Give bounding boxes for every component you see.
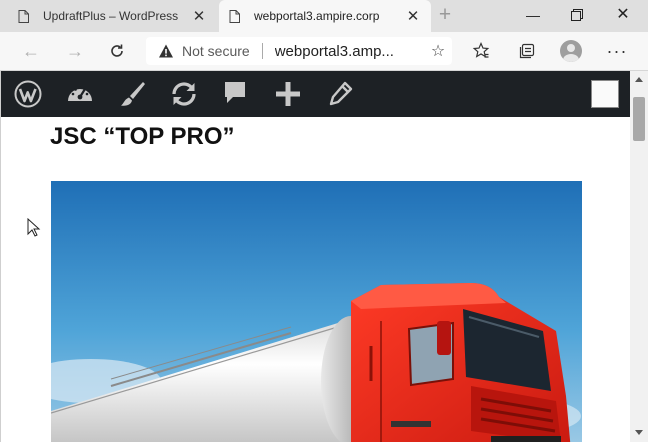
address-bar[interactable]: Not secure webportal3.amp... ☆ xyxy=(146,37,452,65)
divider xyxy=(261,43,263,59)
mouse-cursor-icon xyxy=(27,217,41,238)
avatar[interactable] xyxy=(560,40,582,62)
vertical-scrollbar[interactable] xyxy=(630,71,648,442)
admin-bar-account-box[interactable] xyxy=(591,80,619,108)
edit-pencil-icon[interactable] xyxy=(325,80,355,108)
url-text[interactable]: webportal3.amp... xyxy=(275,43,424,60)
wordpress-logo-icon[interactable] xyxy=(13,80,43,108)
minimize-icon[interactable]: — xyxy=(518,4,548,26)
close-icon[interactable]: ✕ xyxy=(189,7,209,25)
restore-icon[interactable] xyxy=(562,4,592,26)
scroll-up-arrow-icon[interactable] xyxy=(635,77,643,82)
page-icon xyxy=(229,9,240,23)
comments-icon[interactable] xyxy=(221,80,251,108)
dashboard-icon[interactable] xyxy=(65,80,95,108)
new-plus-icon[interactable] xyxy=(273,80,303,108)
scroll-down-arrow-icon[interactable] xyxy=(635,430,643,435)
collections-icon[interactable] xyxy=(516,40,538,62)
tab-title: UpdraftPlus – WordPress xyxy=(43,9,179,23)
updates-icon[interactable] xyxy=(169,80,199,108)
tab-strip: UpdraftPlus – WordPress ✕ webportal3.amp… xyxy=(0,0,648,32)
page-icon xyxy=(18,9,29,23)
browser-toolbar: ← → Not secure webportal3.amp... ☆ ··· xyxy=(0,32,648,71)
more-icon[interactable]: ··· xyxy=(606,40,628,62)
page-viewport: JSC “TOP PRO” xyxy=(0,71,630,442)
security-label[interactable]: Not secure xyxy=(182,43,250,59)
wp-admin-bar xyxy=(1,71,630,117)
customize-brush-icon[interactable] xyxy=(117,80,147,108)
add-favorite-star-icon[interactable]: ☆ xyxy=(424,41,452,61)
tab-webportal[interactable]: webportal3.ampire.corp ✕ xyxy=(219,0,431,32)
favorites-icon[interactable] xyxy=(470,40,492,62)
tab-updraftplus[interactable]: UpdraftPlus – WordPress ✕ xyxy=(0,0,217,32)
tab-title: webportal3.ampire.corp xyxy=(254,9,380,23)
warning-icon[interactable] xyxy=(158,43,174,59)
profile-avatar[interactable] xyxy=(560,40,582,62)
scroll-thumb[interactable] xyxy=(633,97,645,141)
arrow-left-icon[interactable]: ← xyxy=(20,40,42,62)
close-icon[interactable]: ✕ xyxy=(403,7,423,25)
reload-icon[interactable] xyxy=(106,40,128,62)
new-tab-plus-icon[interactable]: + xyxy=(434,4,456,26)
window-close-icon[interactable]: ✕ xyxy=(608,4,638,26)
arrow-right-icon[interactable]: → xyxy=(64,40,86,62)
page-title: JSC “TOP PRO” xyxy=(50,123,235,150)
hero-image-truck xyxy=(51,181,582,442)
